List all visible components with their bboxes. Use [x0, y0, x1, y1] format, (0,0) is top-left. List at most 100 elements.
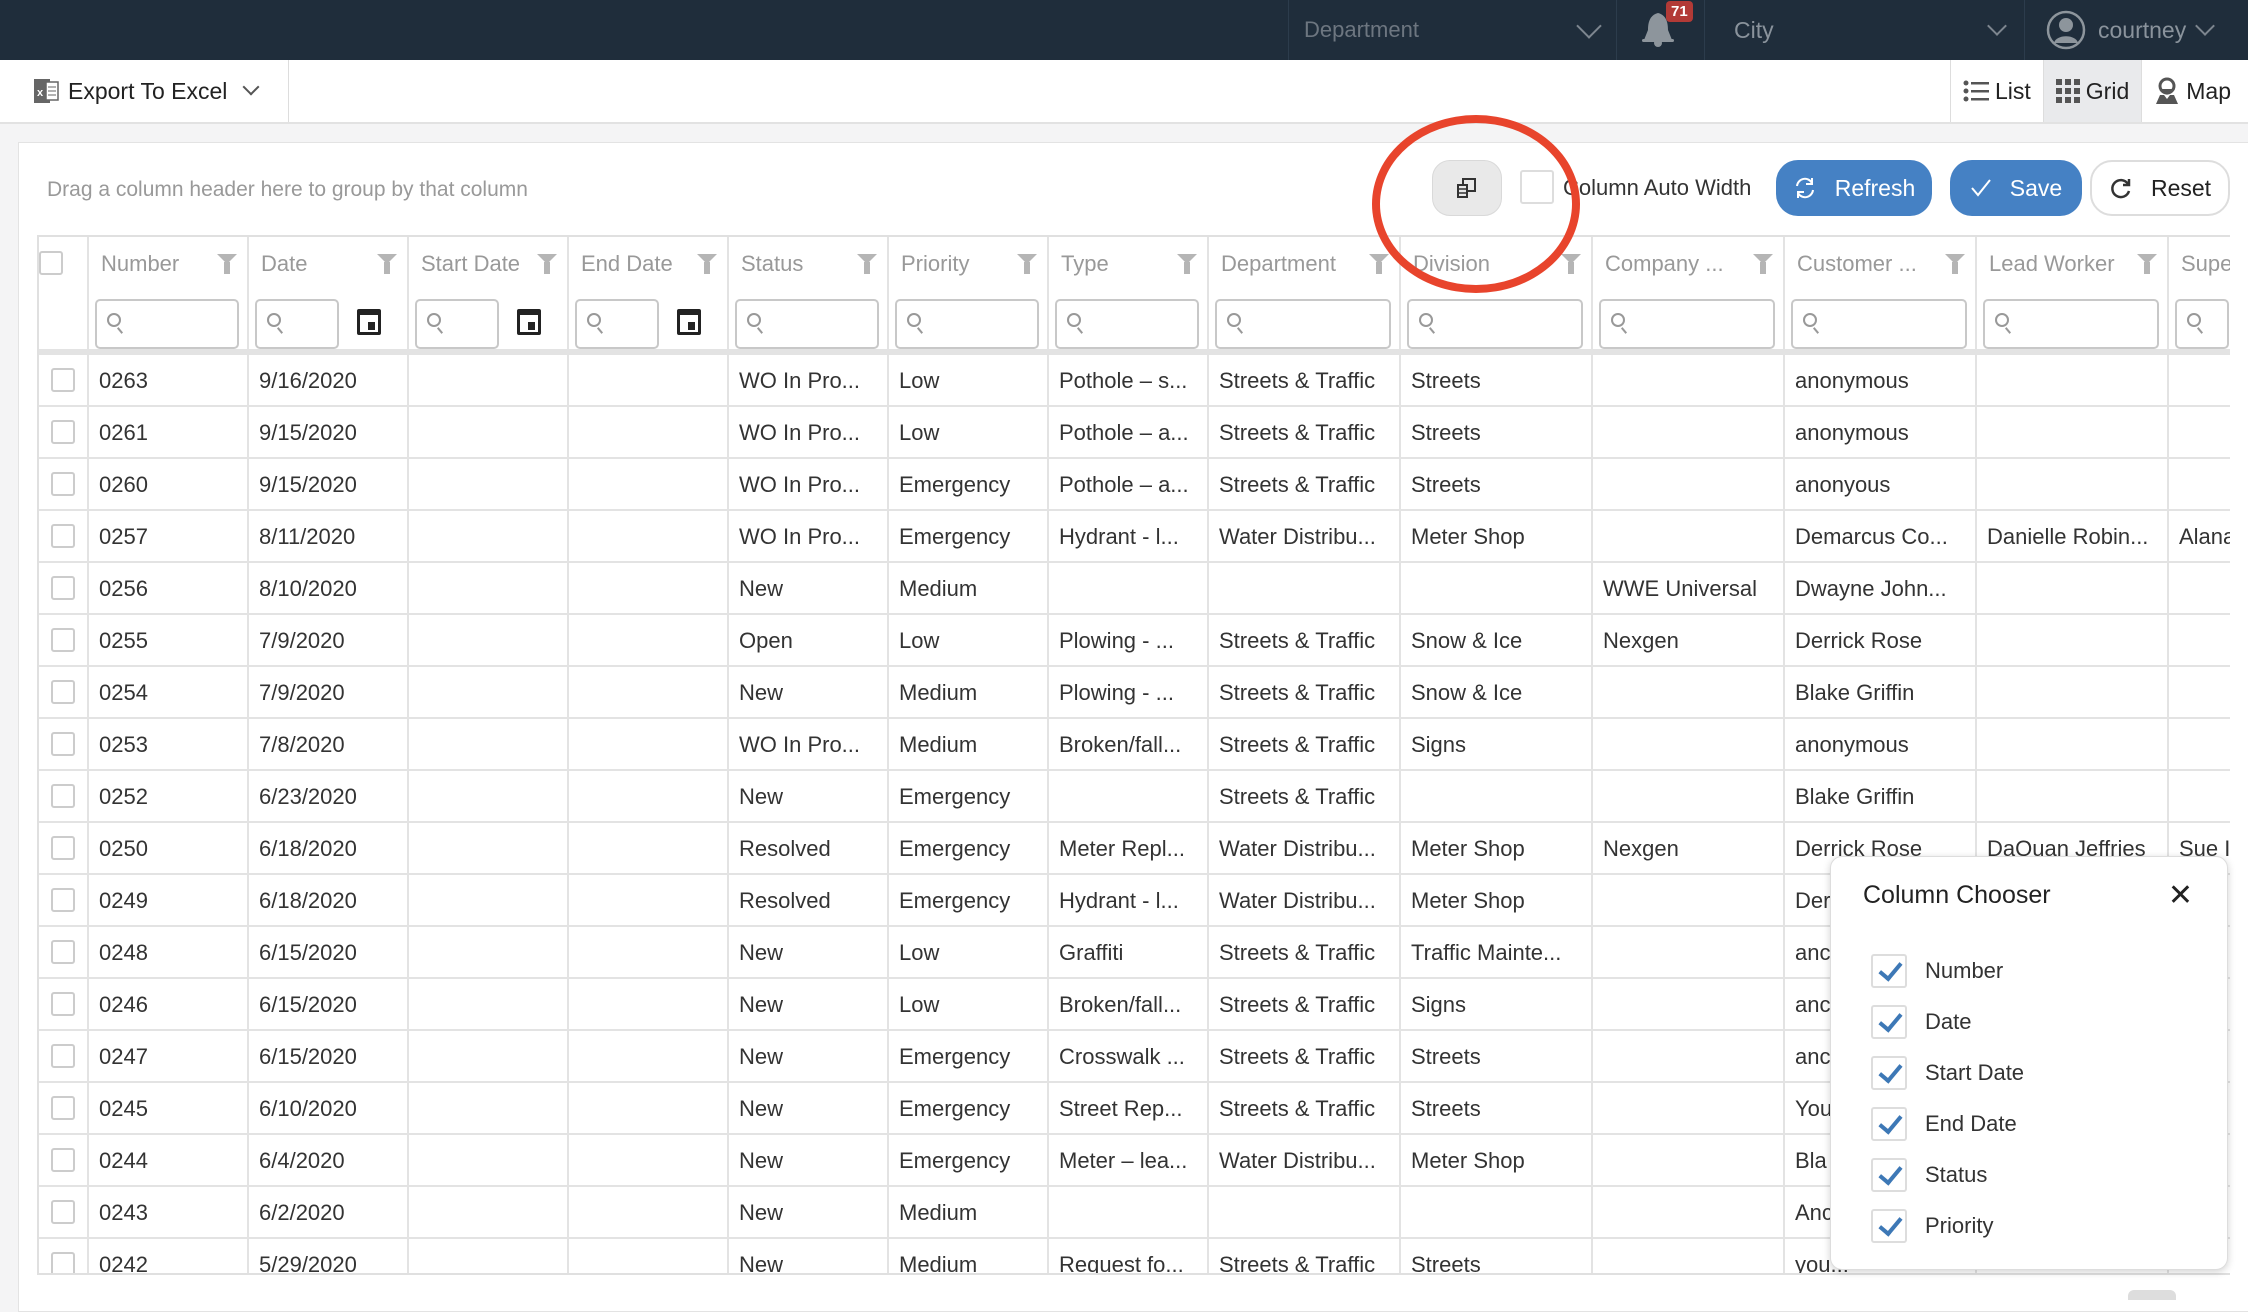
view-map-button[interactable]: Map	[2142, 60, 2243, 122]
row-checkbox[interactable]	[51, 784, 75, 808]
checkbox-checked-icon[interactable]	[1871, 1158, 1907, 1192]
table-row[interactable]: 0263 9/16/2020 WO In Pro... Low Pothole – s.…	[39, 355, 2230, 407]
filter-input-customer[interactable]	[1791, 299, 1967, 349]
column-chooser-item[interactable]: Date	[1871, 1004, 1971, 1040]
row-checkbox[interactable]	[51, 472, 75, 496]
user-menu[interactable]: courtney	[2024, 0, 2248, 60]
filter-funnel-icon[interactable]	[1945, 254, 1965, 274]
filter-funnel-icon[interactable]	[857, 254, 877, 274]
column-auto-width-checkbox[interactable]	[1520, 170, 1554, 204]
table-row[interactable]: 0260 9/15/2020 WO In Pro... Emergency Pothol…	[39, 459, 2230, 511]
calendar-icon[interactable]	[677, 309, 701, 335]
column-header-date[interactable]: Date	[249, 237, 409, 351]
filter-input-status[interactable]	[735, 299, 879, 349]
row-checkbox[interactable]	[51, 992, 75, 1016]
filter-input-number[interactable]	[95, 299, 239, 349]
filter-funnel-icon[interactable]	[217, 254, 237, 274]
checkbox-checked-icon[interactable]	[1871, 1209, 1907, 1243]
checkbox-checked-icon[interactable]	[1871, 1005, 1907, 1039]
filter-input-supervisor[interactable]	[2175, 299, 2229, 349]
filter-funnel-icon[interactable]	[1369, 254, 1389, 274]
filter-input-division[interactable]	[1407, 299, 1583, 349]
column-chooser-item[interactable]: Start Date	[1871, 1055, 2024, 1091]
row-checkbox[interactable]	[51, 1096, 75, 1120]
row-checkbox[interactable]	[51, 368, 75, 392]
filter-input-date[interactable]	[255, 299, 339, 349]
filter-funnel-icon[interactable]	[697, 254, 717, 274]
row-checkbox[interactable]	[51, 940, 75, 964]
column-header-priority[interactable]: Priority	[889, 237, 1049, 351]
column-header-end-date[interactable]: End Date	[569, 237, 729, 351]
checkbox-checked-icon[interactable]	[1871, 1056, 1907, 1090]
city-dropdown[interactable]: City	[1704, 0, 2024, 60]
cell-start-date	[409, 563, 569, 615]
row-checkbox[interactable]	[51, 1200, 75, 1224]
table-row[interactable]: 0252 6/23/2020 New Emergency Streets & Traff…	[39, 771, 2230, 823]
table-row[interactable]: 0255 7/9/2020 Open Low Plowing - ... Streets …	[39, 615, 2230, 667]
row-checkbox[interactable]	[51, 524, 75, 548]
table-row[interactable]: 0261 9/15/2020 WO In Pro... Low Pothole – a.…	[39, 407, 2230, 459]
column-chooser-button[interactable]	[1432, 160, 1502, 216]
column-header-division[interactable]: Division	[1401, 237, 1593, 351]
calendar-icon[interactable]	[517, 309, 541, 335]
column-chooser-item[interactable]: Number	[1871, 953, 2003, 989]
filter-input-priority[interactable]	[895, 299, 1039, 349]
column-header-company[interactable]: Company ...	[1593, 237, 1785, 351]
checkbox-checked-icon[interactable]	[1871, 1107, 1907, 1141]
filter-input-lead-worker[interactable]	[1983, 299, 2159, 349]
filter-funnel-icon[interactable]	[1017, 254, 1037, 274]
cell-type: Pothole – a...	[1049, 459, 1209, 511]
department-dropdown[interactable]: Department	[1288, 0, 1616, 60]
column-header-status[interactable]: Status	[729, 237, 889, 351]
filter-funnel-icon[interactable]	[537, 254, 557, 274]
search-icon	[1611, 313, 1625, 327]
table-row[interactable]: 0254 7/9/2020 New Medium Plowing - ... Street…	[39, 667, 2230, 719]
row-checkbox[interactable]	[51, 732, 75, 756]
filter-funnel-icon[interactable]	[1753, 254, 1773, 274]
filter-input-company[interactable]	[1599, 299, 1775, 349]
save-button[interactable]: Save	[1950, 160, 2082, 216]
column-header-customer[interactable]: Customer ...	[1785, 237, 1977, 351]
filter-funnel-icon[interactable]	[377, 254, 397, 274]
row-checkbox[interactable]	[51, 628, 75, 652]
row-checkbox[interactable]	[51, 1044, 75, 1068]
reset-button[interactable]: Reset	[2090, 160, 2230, 216]
checkbox-checked-icon[interactable]	[1871, 954, 1907, 988]
row-checkbox[interactable]	[51, 576, 75, 600]
view-grid-button[interactable]: Grid	[2042, 60, 2143, 122]
column-header-department[interactable]: Department	[1209, 237, 1401, 351]
filter-input-start-date[interactable]	[415, 299, 499, 349]
filter-funnel-icon[interactable]	[2137, 254, 2157, 274]
column-chooser-item[interactable]: Priority	[1871, 1208, 1993, 1244]
refresh-button[interactable]: Refresh	[1776, 160, 1932, 216]
export-to-excel-button[interactable]: x Export To Excel	[0, 60, 289, 122]
column-header-number[interactable]: Number	[89, 237, 249, 351]
view-list-button[interactable]: List	[1951, 60, 2043, 122]
calendar-icon[interactable]	[357, 309, 381, 335]
column-header-supervisor[interactable]: Supe	[2169, 237, 2230, 351]
table-row[interactable]: 0257 8/11/2020 WO In Pro... Emergency Hydran…	[39, 511, 2230, 563]
column-chooser-item[interactable]: End Date	[1871, 1106, 2017, 1142]
row-checkbox[interactable]	[51, 420, 75, 444]
notifications-button[interactable]: 71	[1616, 0, 1704, 60]
column-header-lead-worker[interactable]: Lead Worker	[1977, 237, 2169, 351]
column-header-type[interactable]: Type	[1049, 237, 1209, 351]
filter-input-department[interactable]	[1215, 299, 1391, 349]
filter-funnel-icon[interactable]	[1177, 254, 1197, 274]
column-header-start-date[interactable]: Start Date	[409, 237, 569, 351]
select-all-checkbox[interactable]	[39, 251, 63, 275]
column-chooser-item[interactable]: Status	[1871, 1157, 1987, 1193]
filter-input-end-date[interactable]	[575, 299, 659, 349]
table-row[interactable]: 0256 8/10/2020 New Medium WWE Universal Dwayn…	[39, 563, 2230, 615]
row-checkbox[interactable]	[51, 836, 75, 860]
row-checkbox[interactable]	[51, 888, 75, 912]
table-row[interactable]: 0253 7/8/2020 WO In Pro... Medium Broken/fal…	[39, 719, 2230, 771]
group-panel[interactable]: Drag a column header here to group by th…	[47, 178, 528, 202]
filter-input-type[interactable]	[1055, 299, 1199, 349]
close-icon[interactable]: ✕	[2168, 881, 2193, 911]
row-checkbox[interactable]	[51, 1252, 75, 1273]
row-checkbox[interactable]	[51, 1148, 75, 1172]
horizontal-scrollbar-thumb[interactable]	[2128, 1290, 2176, 1300]
row-checkbox[interactable]	[51, 680, 75, 704]
filter-funnel-icon[interactable]	[1561, 254, 1581, 274]
